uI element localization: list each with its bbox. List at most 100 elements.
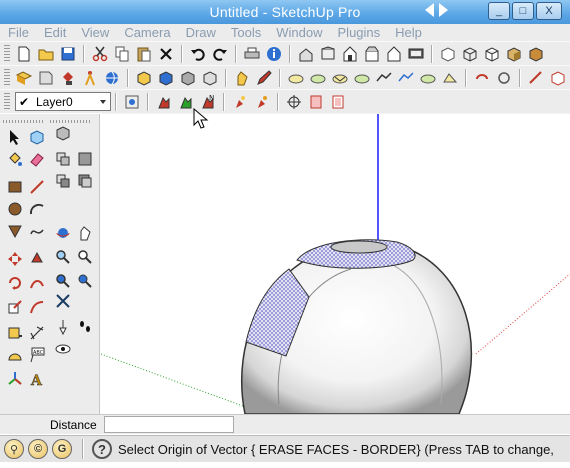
sandbox-7-icon[interactable] (417, 67, 439, 89)
rotate-icon[interactable] (4, 272, 26, 294)
arc-icon[interactable] (26, 198, 48, 220)
print-icon[interactable] (241, 43, 263, 65)
pencil-icon[interactable] (253, 67, 275, 89)
menu-window[interactable]: Window (276, 25, 322, 40)
hand-icon[interactable] (231, 67, 253, 89)
look-around-icon[interactable] (52, 338, 74, 360)
toolbar-grip[interactable] (4, 44, 10, 63)
previous-view-icon[interactable] (74, 270, 96, 292)
import-icon[interactable] (35, 67, 57, 89)
front-view-icon[interactable] (339, 43, 361, 65)
position-camera-icon[interactable] (52, 316, 74, 338)
minimize-button[interactable]: _ (488, 2, 510, 20)
save-icon[interactable] (57, 43, 79, 65)
top-view-icon[interactable] (317, 43, 339, 65)
3d-text-icon[interactable]: A (26, 368, 48, 390)
move-icon[interactable] (4, 248, 26, 270)
section-icon[interactable] (283, 91, 305, 113)
google-icon[interactable]: G (52, 439, 72, 459)
title-arrows[interactable] (425, 3, 448, 17)
polygon-icon[interactable] (4, 220, 26, 242)
open-icon[interactable] (35, 43, 57, 65)
paste-icon[interactable] (133, 43, 155, 65)
maximize-button[interactable]: □ (512, 2, 534, 20)
new-icon[interactable] (13, 43, 35, 65)
layer-manager-icon[interactable] (121, 91, 143, 113)
line-red-icon[interactable] (525, 67, 547, 89)
sandbox-6-icon[interactable] (395, 67, 417, 89)
section-fill-icon[interactable] (327, 91, 349, 113)
protractor-icon[interactable] (4, 344, 26, 366)
freehand-icon[interactable] (26, 220, 48, 242)
help-icon[interactable]: ? (92, 439, 112, 459)
menu-file[interactable]: File (8, 25, 29, 40)
arrow-right-icon[interactable] (439, 3, 448, 17)
sandbox-1-icon[interactable] (285, 67, 307, 89)
globe-icon[interactable] (101, 67, 123, 89)
model-viewport[interactable] (101, 114, 570, 414)
credits-icon[interactable]: © (28, 439, 48, 459)
copy-icon[interactable] (111, 43, 133, 65)
erase-icon[interactable] (155, 43, 177, 65)
sandbox-3-icon[interactable] (329, 67, 351, 89)
menu-camera[interactable]: Camera (124, 25, 170, 40)
walk-icon[interactable] (74, 316, 96, 338)
geo-location-icon[interactable]: ⚲ (4, 439, 24, 459)
cut-icon[interactable] (89, 43, 111, 65)
undo-icon[interactable] (187, 43, 209, 65)
back-view-icon[interactable] (383, 43, 405, 65)
cube-red-icon[interactable] (547, 67, 569, 89)
zoom-icon[interactable] (52, 246, 74, 268)
toolbar-grip[interactable] (4, 92, 10, 111)
hidden-line-icon[interactable] (481, 43, 503, 65)
xray-icon[interactable] (437, 43, 459, 65)
menu-edit[interactable]: Edit (44, 25, 66, 40)
shaded-icon[interactable] (503, 43, 525, 65)
sphere-model[interactable] (241, 239, 473, 414)
paint-edges-1-icon[interactable] (229, 91, 251, 113)
close-button[interactable]: X (536, 2, 562, 20)
paint-edges-2-icon[interactable] (251, 91, 273, 113)
offset-icon[interactable] (26, 296, 48, 318)
layer-select[interactable]: ✔ Layer0 (15, 92, 111, 111)
iso-view-icon[interactable] (295, 43, 317, 65)
sandbox-8-icon[interactable] (439, 67, 461, 89)
palette-grip[interactable] (3, 120, 43, 123)
zoom-extents-icon[interactable] (52, 270, 74, 292)
menu-view[interactable]: View (81, 25, 109, 40)
rectangle-icon[interactable] (4, 176, 26, 198)
menu-help[interactable]: Help (395, 25, 422, 40)
chevron-down-icon[interactable] (96, 93, 110, 110)
components-box-icon[interactable] (74, 148, 96, 170)
menu-plugins[interactable]: Plugins (338, 25, 381, 40)
paint-bucket-red-icon[interactable] (57, 67, 79, 89)
erase-faces-icon[interactable] (153, 91, 175, 113)
menu-tools[interactable]: Tools (231, 25, 261, 40)
line-icon[interactable] (26, 176, 48, 198)
tape-measure-icon[interactable] (4, 322, 26, 344)
make-component-icon[interactable] (26, 126, 48, 148)
circle-icon[interactable] (4, 198, 26, 220)
sandbox-5-icon[interactable] (373, 67, 395, 89)
dimension-icon[interactable] (26, 322, 48, 344)
menu-draw[interactable]: Draw (186, 25, 216, 40)
box-icon[interactable] (199, 67, 221, 89)
arrow-left-icon[interactable] (425, 3, 434, 17)
eraser-icon[interactable] (26, 148, 48, 170)
union-icon[interactable] (74, 170, 96, 192)
group-icon[interactable] (177, 67, 199, 89)
toolbar-grip[interactable] (4, 68, 10, 87)
zoom-fit-icon[interactable] (52, 290, 74, 312)
left-view-icon[interactable] (405, 43, 427, 65)
paint-bucket-icon[interactable] (4, 148, 26, 170)
viewport-canvas[interactable] (101, 114, 570, 414)
intersect-icon[interactable] (52, 170, 74, 192)
paint-icon[interactable] (155, 67, 177, 89)
pan-icon[interactable] (74, 222, 96, 244)
scale-icon[interactable] (4, 296, 26, 318)
text-icon[interactable]: ABC (26, 344, 48, 366)
zoom-window-icon[interactable] (74, 246, 96, 268)
follow-me-icon[interactable] (26, 272, 48, 294)
component-icon[interactable] (133, 67, 155, 89)
redo-icon[interactable] (209, 43, 231, 65)
